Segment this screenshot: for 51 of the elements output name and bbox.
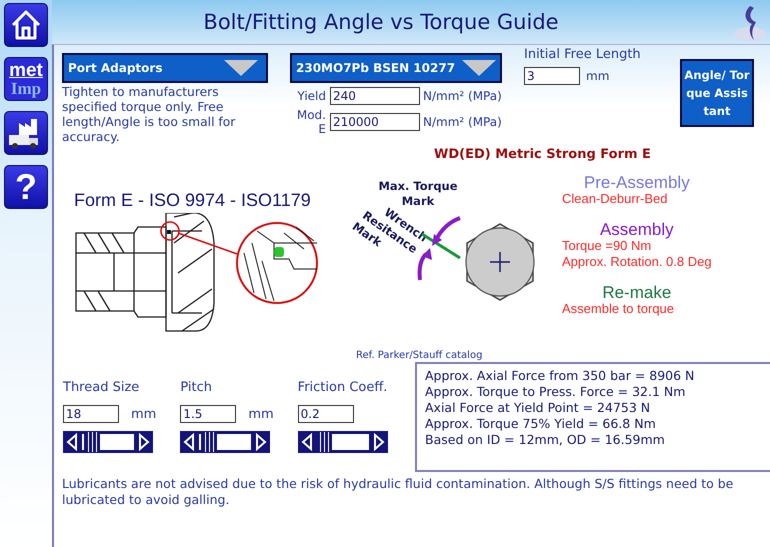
unit-label: mm	[586, 69, 610, 83]
factory-button[interactable]	[4, 111, 48, 155]
material-dropdown[interactable]: 230MO7Pb BSEN 10277	[290, 53, 502, 83]
unit-label: N/mm² (MPa)	[423, 115, 502, 129]
input-field[interactable]: 3	[524, 67, 580, 85]
units-button[interactable]: met Imp	[4, 57, 48, 101]
scroll-slider[interactable]	[63, 431, 153, 453]
scroll-slider[interactable]	[298, 431, 388, 453]
reference-text: Ref. Parker/Stauff catalog	[356, 350, 484, 361]
stage-instruction: Assemble to torque	[562, 301, 676, 317]
input-field[interactable]: 210000	[330, 113, 420, 131]
input-field[interactable]: 240	[330, 87, 420, 105]
input-field[interactable]: 1.5	[180, 405, 236, 423]
field-label: Friction Coeff.	[298, 380, 388, 395]
lubricant-note: Lubricants are not advised due to the risk of hydraulic fluid contamination. Although S/S fittings need to be lubricated to avoid galling.	[62, 476, 734, 508]
unit-label: mm	[131, 406, 156, 422]
stage-instruction: Approx. Rotation. 0.8 Deg	[562, 254, 712, 270]
field-label: Pitch	[180, 380, 213, 395]
unit-label: mm	[248, 406, 274, 422]
slider-thumb[interactable]	[200, 431, 217, 453]
field-label: Yield	[296, 89, 326, 103]
stage-heading: Re-make	[601, 284, 672, 301]
result-line: Axial Force at Yield Point = 24753 N	[425, 400, 652, 416]
stage-heading: Pre-Assembly	[582, 174, 691, 191]
slider-thumb[interactable]	[316, 431, 332, 453]
stage-instruction: Torque =90 Nm	[562, 238, 652, 254]
field-label: Thread Size	[63, 380, 140, 395]
diagram-title: Form E - ISO 9974 - ISO1179	[74, 190, 312, 211]
window-title: Bolt/Fitting Angle vs Torque Guide	[203, 10, 559, 34]
field-label: Mod. E	[296, 108, 326, 136]
home-icon	[9, 8, 43, 42]
result-line: Based on ID = 12mm, OD = 16.59mm	[425, 432, 666, 448]
scroll-slider[interactable]	[180, 431, 270, 453]
result-line: Approx. Axial Force from 350 bar = 8906 N	[425, 368, 696, 384]
field-label: Initial Free Length	[524, 47, 642, 62]
dropdown-arrow-icon	[224, 60, 258, 76]
slider-thumb[interactable]	[84, 431, 100, 453]
home-button[interactable]	[4, 3, 48, 47]
help-button[interactable]: ?	[4, 165, 48, 209]
input-field[interactable]: 0.2	[298, 405, 354, 423]
dropdown-arrow-icon	[462, 60, 496, 76]
result-line: Approx. Torque to Press. Force = 32.1 Nm	[425, 384, 686, 400]
input-field[interactable]: 18	[63, 405, 119, 423]
fitting-title: WD(ED) Metric Strong Form E	[434, 147, 652, 162]
category-dropdown[interactable]: Port Adaptors	[62, 53, 268, 83]
result-line: Approx. Torque 75% Yield = 66.8 Nm	[425, 416, 657, 432]
stage-heading: Assembly	[598, 221, 675, 238]
torque-note: Tighten to manufacturers specified torque only. Free length/Angle is too small for accuracy.	[62, 85, 236, 145]
stage-instruction: Clean-Deburr-Bed	[562, 191, 668, 207]
assistant-button[interactable]: Angle/ Torque Assistant	[680, 59, 754, 127]
unit-label: N/mm² (MPa)	[423, 89, 502, 103]
